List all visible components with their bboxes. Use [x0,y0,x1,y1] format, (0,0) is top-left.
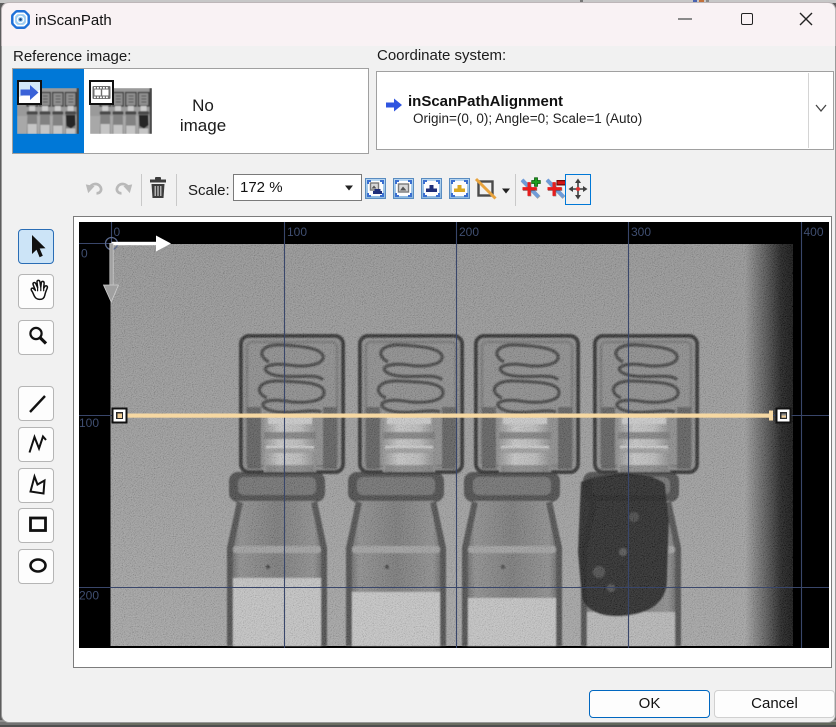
svg-text:200: 200 [79,589,99,603]
svg-text:400: 400 [804,225,824,239]
svg-text:300: 300 [631,225,651,239]
svg-text:0: 0 [114,225,121,239]
svg-text:0: 0 [81,247,88,261]
svg-text:100: 100 [287,225,307,239]
svg-text:100: 100 [79,416,99,430]
svg-text:200: 200 [459,225,479,239]
